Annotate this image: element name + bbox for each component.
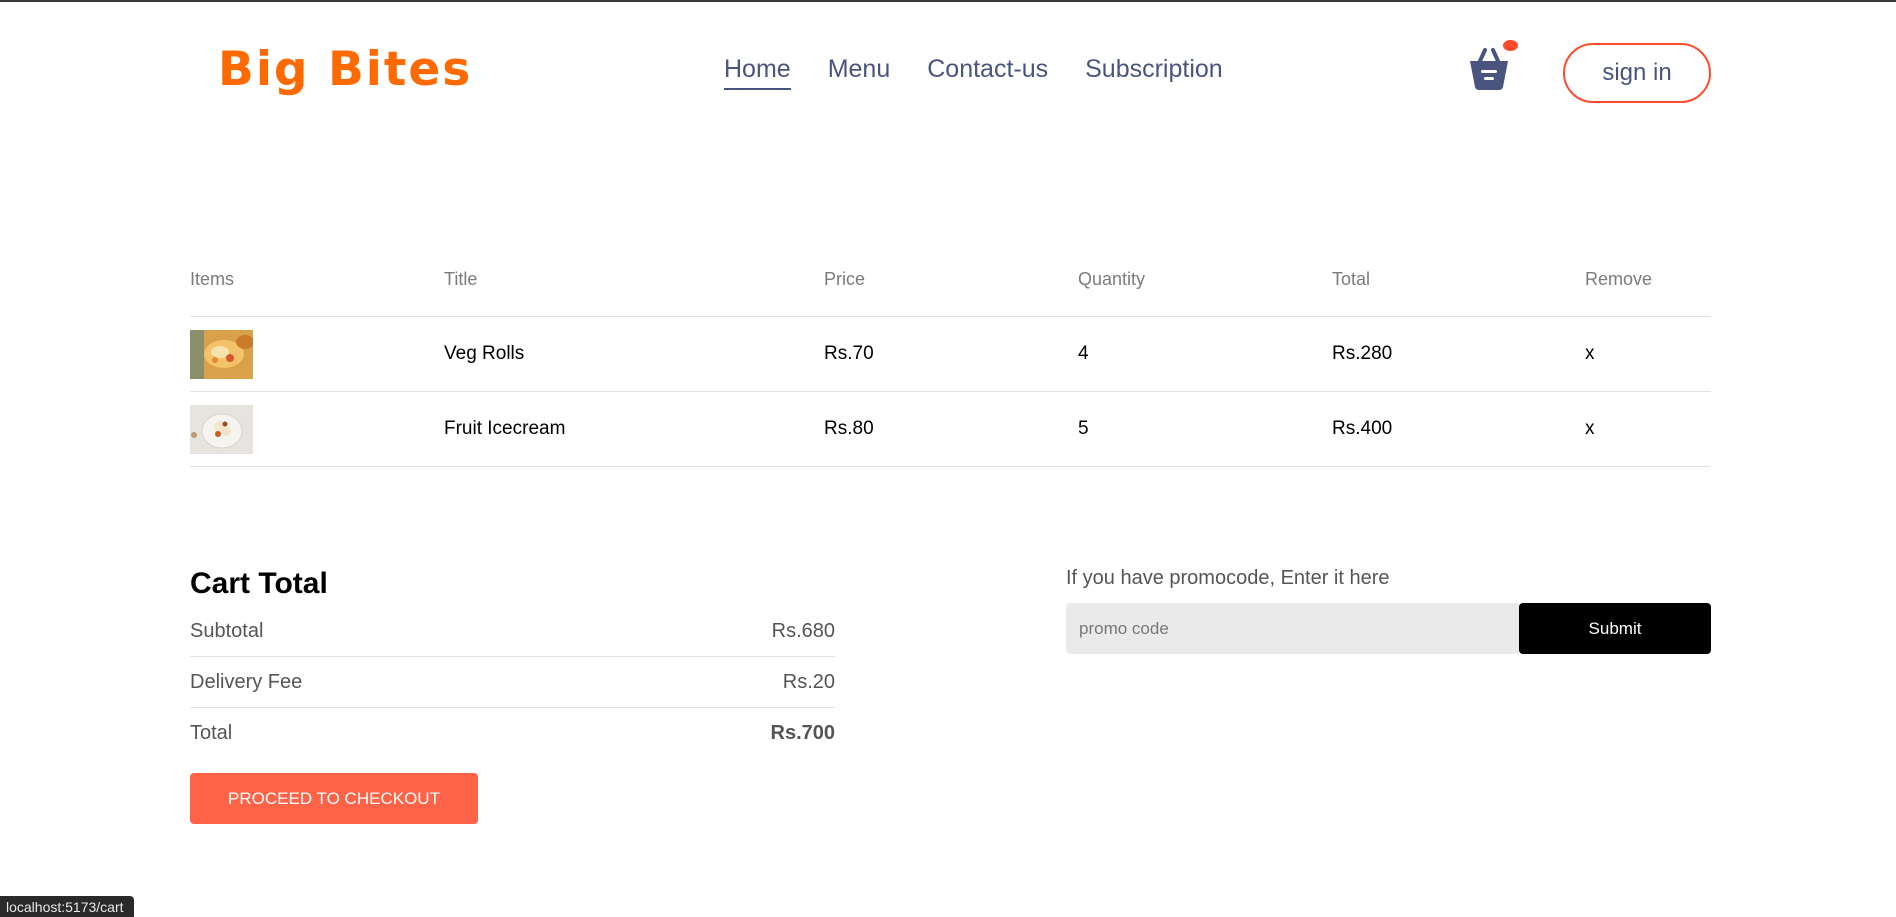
promo-prompt: If you have promocode, Enter it here xyxy=(1066,567,1390,589)
column-header-remove: Remove xyxy=(1585,268,1653,289)
item-title: Fruit Icecream xyxy=(444,418,566,439)
item-total: Rs.400 xyxy=(1332,418,1393,439)
sign-in-button[interactable]: sign in xyxy=(1563,43,1711,103)
delivery-fee-label: Delivery Fee xyxy=(190,670,303,693)
nav-home[interactable]: Home xyxy=(724,54,791,90)
delivery-fee-row: Delivery Fee Rs.20 xyxy=(190,662,835,702)
item-quantity: 4 xyxy=(1078,343,1089,364)
divider xyxy=(190,707,835,708)
main-nav: Home Menu Contact-us Subscription xyxy=(724,54,1260,90)
subtotal-label: Subtotal xyxy=(190,619,264,642)
column-header-quantity: Quantity xyxy=(1078,268,1146,289)
nav-contact-us[interactable]: Contact-us xyxy=(927,54,1048,90)
cart-notification-dot xyxy=(1503,40,1518,51)
delivery-fee-value: Rs.20 xyxy=(782,670,835,693)
remove-item-button[interactable]: x xyxy=(1585,343,1711,365)
table-row: Fruit Icecream Rs.80 5 Rs.400 x xyxy=(190,392,1711,466)
item-price: Rs.80 xyxy=(824,418,874,439)
table-header: Items Title Price Quantity Total Remove xyxy=(190,264,1711,294)
basket-icon[interactable] xyxy=(1467,46,1511,92)
subtotal-value: Rs.680 xyxy=(771,619,835,642)
cart-total-panel: Cart Total Subtotal Rs.680 Delivery Fee … xyxy=(190,567,835,824)
divider xyxy=(190,656,835,657)
item-quantity: 5 xyxy=(1078,418,1089,439)
total-value: Rs.700 xyxy=(770,721,836,744)
promo-code-panel: If you have promocode, Enter it here Sub… xyxy=(1066,567,1711,654)
total-row: Total Rs.700 xyxy=(190,713,835,753)
nav-subscription[interactable]: Subscription xyxy=(1085,54,1223,90)
promo-form: Submit xyxy=(1066,603,1711,654)
item-total: Rs.280 xyxy=(1332,343,1393,364)
status-bar-url: localhost:5173/cart xyxy=(0,896,134,917)
item-image xyxy=(190,329,444,379)
column-header-items: Items xyxy=(190,268,235,289)
brand-logo[interactable]: Big Bites xyxy=(218,42,472,98)
proceed-to-checkout-button[interactable]: PROCEED TO CHECKOUT xyxy=(190,773,478,824)
column-header-title: Title xyxy=(444,268,478,289)
divider xyxy=(190,466,1711,467)
column-header-total: Total xyxy=(1332,268,1371,289)
subtotal-row: Subtotal Rs.680 xyxy=(190,611,835,651)
total-label: Total xyxy=(190,721,233,744)
remove-item-button[interactable]: x xyxy=(1585,418,1711,440)
item-price: Rs.70 xyxy=(824,343,874,364)
veg-rolls-thumbnail xyxy=(190,329,253,379)
fruit-icecream-thumbnail xyxy=(190,404,253,454)
cart-items-table: Items Title Price Quantity Total Remove … xyxy=(190,264,1711,467)
nav-menu[interactable]: Menu xyxy=(828,54,891,90)
promo-submit-button[interactable]: Submit xyxy=(1519,603,1711,654)
item-title: Veg Rolls xyxy=(444,343,525,364)
table-row: Veg Rolls Rs.70 4 Rs.280 x xyxy=(190,317,1711,391)
item-image xyxy=(190,404,444,454)
promo-code-input[interactable] xyxy=(1066,603,1519,654)
cart-total-heading: Cart Total xyxy=(190,567,328,600)
column-header-price: Price xyxy=(824,268,866,289)
